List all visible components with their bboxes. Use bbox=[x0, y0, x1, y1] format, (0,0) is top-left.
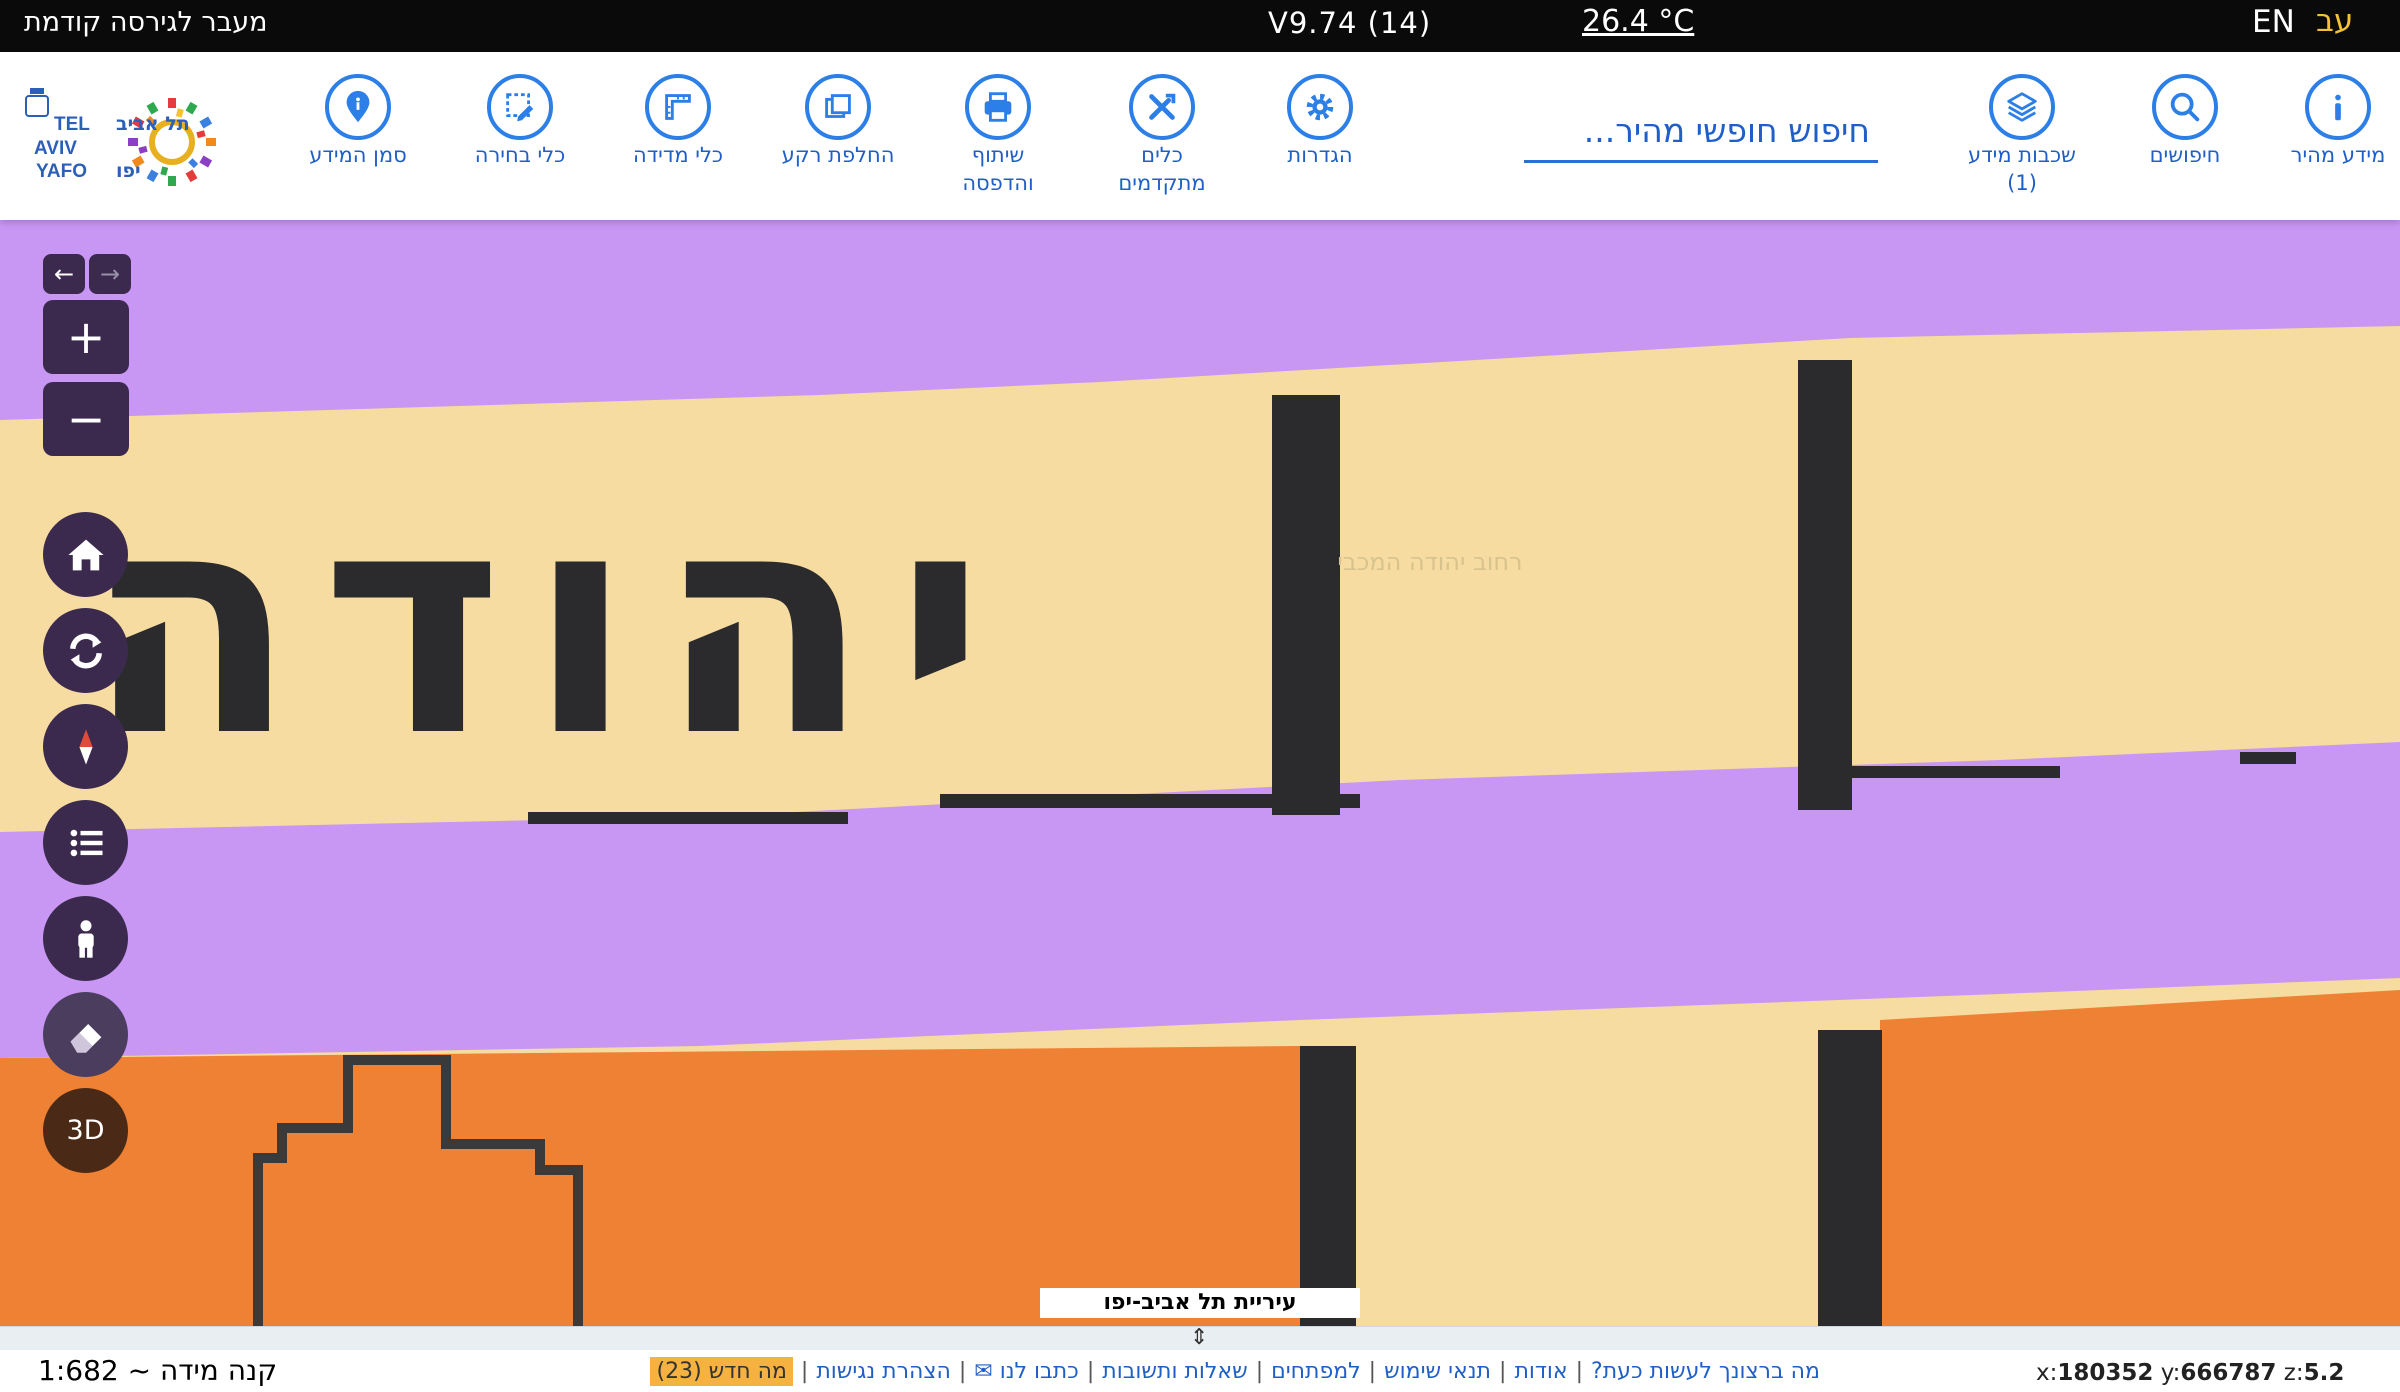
tel-aviv-yafo-logo[interactable]: TEL תל אביב AVIV YAFO יפו bbox=[20, 78, 252, 198]
logo-text-he: תל אביב bbox=[116, 113, 190, 135]
3d-view-button[interactable]: 3D bbox=[43, 1088, 128, 1173]
advanced-tools-label-line1: כלים bbox=[1141, 143, 1183, 167]
logo-text-he-2: יפו bbox=[116, 160, 141, 182]
x-label: x: bbox=[2036, 1360, 2058, 1386]
eraser-button[interactable] bbox=[43, 992, 128, 1077]
person-icon bbox=[77, 919, 94, 958]
previous-version-link[interactable]: מעבר לגירסה קודמת bbox=[24, 7, 268, 38]
panel-splitter[interactable]: ⇕ bbox=[0, 1325, 2400, 1351]
map-history-controls: ← → bbox=[43, 254, 131, 294]
z-value: 5.2 bbox=[2303, 1360, 2345, 1386]
map-copyright: עיריית תל אביב-יפו bbox=[1040, 1288, 1360, 1318]
selection-tools-label: כלי בחירה bbox=[474, 143, 566, 167]
selection-tools-button[interactable]: כלי בחירה bbox=[440, 74, 600, 168]
footer-link-terms[interactable]: תנאי שימוש bbox=[1384, 1359, 1491, 1384]
switch-background-label: החלפת רקע bbox=[781, 143, 895, 167]
copy-icon bbox=[805, 74, 871, 140]
footer-link-developers[interactable]: למפתחים bbox=[1271, 1359, 1361, 1384]
scale-label: קנה מידה ~ 1:682 bbox=[38, 1354, 278, 1387]
minus-icon: − bbox=[66, 392, 106, 446]
status-bar: קנה מידה ~ 1:682 מה ברצונך לעשות כעת? | א… bbox=[0, 1350, 2400, 1392]
searches-button[interactable]: חיפושים bbox=[2105, 74, 2265, 168]
eraser-icon bbox=[70, 1023, 101, 1053]
measure-tools-label: כלי מדידה bbox=[632, 143, 724, 167]
forward-arrow-icon[interactable]: → bbox=[89, 254, 131, 294]
quick-search-field bbox=[1524, 100, 1878, 163]
language-he-button[interactable]: עב bbox=[2316, 3, 2353, 39]
street-name-large-text: יהודה bbox=[84, 460, 1010, 790]
version-label: V9.74 (14) bbox=[1268, 6, 1432, 40]
home-icon bbox=[67, 539, 104, 570]
zoom-out-button[interactable]: − bbox=[43, 382, 129, 456]
z-label: z: bbox=[2283, 1360, 2304, 1386]
ruler-icon bbox=[645, 74, 711, 140]
footer-link-accessibility[interactable]: הצהרת נגישות bbox=[816, 1359, 951, 1384]
footer-link-contact[interactable]: כתבו לנו ✉ bbox=[974, 1359, 1079, 1384]
info-marker-button[interactable]: סמן המידע bbox=[278, 74, 438, 168]
searches-label: חיפושים bbox=[2149, 143, 2221, 167]
info-layers-label: שכבות מידע bbox=[1968, 143, 2076, 167]
whats-new-badge[interactable]: מה חדש (23) bbox=[650, 1356, 793, 1386]
info-marker-label: סמן המידע bbox=[309, 143, 407, 167]
map-canvas[interactable]: רחוב יהודה המכבי יהודה ← → + − 3D עיריית… bbox=[0, 220, 2400, 1326]
street-name-large: יהודה bbox=[0, 460, 1010, 790]
info-layers-button[interactable]: שכבות מידע (1) bbox=[1942, 74, 2102, 196]
advanced-tools-button[interactable]: כלים מתקדמים bbox=[1082, 74, 1242, 196]
info-icon bbox=[2305, 74, 2371, 140]
footer-link-about[interactable]: אודות bbox=[1514, 1359, 1567, 1384]
street-label-1: רחוב יהודה המכבי bbox=[1337, 548, 1522, 576]
plus-icon: + bbox=[66, 310, 106, 364]
zoom-in-button[interactable]: + bbox=[43, 300, 129, 374]
compass-button[interactable] bbox=[43, 704, 128, 789]
coat-of-arms-icon bbox=[25, 88, 49, 117]
footer-link-what-to-do[interactable]: מה ברצונך לעשות כעת? bbox=[1591, 1359, 1820, 1384]
quick-search-input[interactable] bbox=[1524, 100, 1878, 160]
measure-tools-button[interactable]: כלי מדידה bbox=[598, 74, 758, 168]
refresh-button[interactable] bbox=[43, 608, 128, 693]
logo-text-yafo: YAFO bbox=[36, 161, 87, 182]
share-print-label-line2: והדפסה bbox=[962, 171, 1034, 195]
layers-icon bbox=[1989, 74, 2055, 140]
settings-label: הגדרות bbox=[1287, 143, 1353, 167]
language-en-button[interactable]: EN bbox=[2252, 4, 2295, 40]
temperature-link[interactable]: 26.4 °C bbox=[1582, 4, 1694, 39]
footer-link-faq[interactable]: שאלות ותשובות bbox=[1102, 1359, 1247, 1384]
switch-background-button[interactable]: החלפת רקע bbox=[758, 74, 918, 168]
quick-info-button[interactable]: מידע מהיר bbox=[2258, 74, 2400, 168]
location-pin-icon bbox=[325, 74, 391, 140]
resize-handle-icon: ⇕ bbox=[1190, 1325, 1209, 1350]
legend-list-button[interactable] bbox=[43, 800, 128, 885]
home-button[interactable] bbox=[43, 512, 128, 597]
share-print-button[interactable]: שיתוף והדפסה bbox=[918, 74, 1078, 196]
list-icon bbox=[70, 829, 102, 856]
refresh-icon bbox=[69, 633, 102, 668]
y-value: 666787 bbox=[2180, 1360, 2277, 1386]
tools-icon bbox=[1129, 74, 1195, 140]
y-label: y: bbox=[2160, 1360, 2181, 1386]
top-bar: מעבר לגירסה קודמת V9.74 (14) 26.4 °C EN … bbox=[0, 0, 2400, 52]
logo-text-aviv: AVIV bbox=[34, 138, 77, 159]
settings-button[interactable]: הגדרות bbox=[1240, 74, 1400, 168]
search-icon bbox=[2152, 74, 2218, 140]
x-value: 180352 bbox=[2057, 1360, 2154, 1386]
footer-links: מה ברצונך לעשות כעת? | אודות | תנאי שימוש |… bbox=[580, 1354, 1820, 1388]
quick-info-label: מידע מהיר bbox=[2290, 143, 2386, 167]
info-layers-count: (1) bbox=[2007, 171, 2037, 195]
back-arrow-icon[interactable]: ← bbox=[43, 254, 85, 294]
main-toolbar: מידע מהיר חיפושים שכבות מידע (1) הגדרות … bbox=[0, 52, 2400, 220]
logo-text-tel: TEL bbox=[54, 114, 90, 135]
advanced-tools-label-line2: מתקדמים bbox=[1118, 171, 1206, 195]
selection-icon bbox=[487, 74, 553, 140]
coordinates-readout: x:180352 y:666787 z:5.2 bbox=[2036, 1360, 2344, 1386]
share-print-label-line1: שיתוף bbox=[971, 143, 1025, 167]
compass-icon bbox=[78, 728, 93, 765]
logo-sun-icon bbox=[128, 98, 216, 186]
gear-icon bbox=[1287, 74, 1353, 140]
street-view-button[interactable] bbox=[43, 896, 128, 981]
printer-icon bbox=[965, 74, 1031, 140]
